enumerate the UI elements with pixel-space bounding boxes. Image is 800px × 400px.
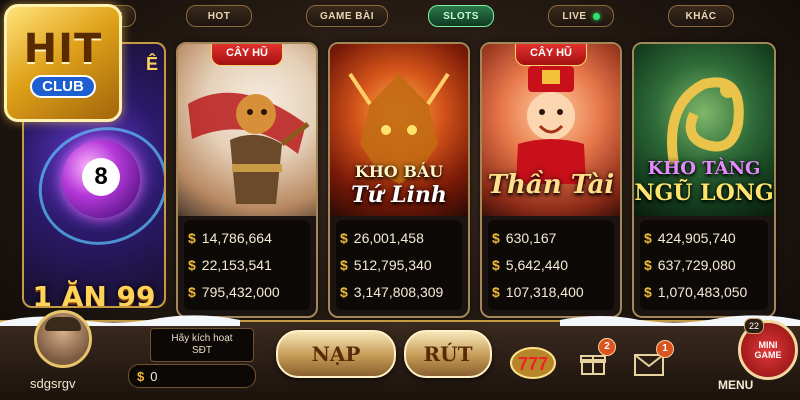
jackpot-row: $637,729,080 (644, 251, 764, 278)
coin-icon: $ (644, 229, 652, 246)
activate-line1: Hãy kích hoạt (171, 333, 233, 344)
coin-icon: $ (340, 229, 348, 246)
coin-icon: $ (644, 283, 652, 300)
bottom-bar (0, 320, 800, 400)
coin-icon: $ (340, 256, 348, 273)
tab-label: GAME BÀI (320, 10, 374, 22)
jackpot-value: 637,729,080 (657, 256, 736, 273)
tab-khac[interactable]: KHÁC (668, 5, 734, 27)
balance-value: 0 (150, 368, 158, 384)
jackpot-value: 22,153,541 (201, 256, 272, 273)
coin-icon: $ (644, 256, 652, 273)
jackpot-row: $14,786,664 (188, 224, 306, 251)
coin-icon: $ (492, 256, 500, 273)
jackpot-row: $107,318,400 (492, 278, 610, 305)
jackpot-row: $512,795,340 (340, 251, 458, 278)
jackpot-row: $1,070,483,050 (644, 278, 764, 305)
jackpot-value: 795,432,000 (201, 283, 280, 300)
jackpot-row: $26,001,458 (340, 224, 458, 251)
mail-icon[interactable] (634, 354, 664, 376)
mini-game-count-badge: 22 (744, 318, 764, 334)
user-avatar[interactable] (34, 310, 92, 368)
coin-icon: $ (492, 229, 500, 246)
username: sdgsrgv (30, 376, 76, 391)
jackpot-value: 5,642,440 (505, 256, 569, 273)
tab-live[interactable]: LIVE (548, 5, 614, 27)
jackpot-value: 424,905,740 (657, 229, 736, 246)
monkey-figure-icon (188, 92, 310, 204)
activate-line2: SĐT (192, 345, 212, 356)
jackpot-badge: CÂY HŨ (211, 44, 283, 66)
billiard-ball-icon: 8 (62, 140, 140, 218)
logo-club: CLUB (30, 74, 96, 98)
tab-hot[interactable]: HOT (186, 5, 252, 27)
mini-game-line2: GAME (754, 350, 782, 360)
svg-text:777: 777 (518, 354, 548, 374)
jackpot-row: $795,432,000 (188, 278, 306, 305)
jackpot-value: 630,167 (505, 229, 557, 246)
jackpot-list: $424,905,740 $637,729,080 $1,070,483,050 (640, 220, 768, 310)
game-card-monkey[interactable]: CÂY HŨ $14,786,664 $22,153,541 $795,432,… (176, 42, 318, 318)
jackpot-badge: CÂY HŨ (515, 44, 587, 66)
logo-word: HIT (23, 25, 103, 72)
game-title-line1: Thần Tài (487, 170, 615, 200)
jackpot-value: 26,001,458 (353, 229, 424, 246)
featured-edge-text: Ê (145, 54, 158, 74)
withdraw-button[interactable]: RÚT (404, 330, 492, 378)
coin-icon: $ (492, 283, 500, 300)
coin-icon: $ (340, 283, 348, 300)
game-title-line2: Tứ Linh (351, 182, 447, 208)
deposit-button[interactable]: NẠP (276, 330, 396, 378)
game-title-line1: KHO BÁU (354, 162, 444, 181)
tab-label: HOT (207, 10, 231, 22)
mail-notification-badge: 1 (656, 340, 674, 358)
jackpot-row: $22,153,541 (188, 251, 306, 278)
tab-game-bai[interactable]: GAME BÀI (306, 5, 388, 27)
menu-label[interactable]: MENU (718, 378, 753, 392)
game-title-line1: KHO TÀNG (647, 158, 761, 179)
featured-label: 1 ĂN 99 (32, 280, 156, 308)
monkey-warrior-art (178, 44, 316, 216)
jackpot-row: $630,167 (492, 224, 610, 251)
jackpot-list: $630,167 $5,642,440 $107,318,400 (488, 220, 614, 310)
hit-club-logo: HIT CLUB (4, 4, 122, 122)
live-dot-icon (592, 12, 600, 20)
gift-notification-badge: 2 (598, 338, 616, 356)
game-lobby: ES HOT GAME BÀI SLOTS LIVE KHÁC HIT CLUB… (0, 0, 800, 400)
balance-field: $ 0 (128, 364, 256, 388)
snow-decoration (0, 315, 800, 326)
mini-game-line1: MINI (758, 340, 778, 350)
jackpot-value: 512,795,340 (353, 256, 432, 273)
game-card-than-tai[interactable]: CÂY HŨ Thần Tài $630,167 $5,642,440 $107… (480, 42, 622, 318)
slot-777-icon[interactable]: 777 (510, 346, 556, 380)
jackpot-value: 14,786,664 (201, 229, 272, 246)
activate-phone-prompt[interactable]: Hãy kích hoạt SĐT (150, 328, 254, 362)
jackpot-row: $5,642,440 (492, 251, 610, 278)
game-card-kho-bau-tu-linh[interactable]: KHO BÁU Tứ Linh $26,001,458 $512,795,340… (328, 42, 470, 318)
jackpot-value: 1,070,483,050 (657, 283, 748, 300)
tab-slots[interactable]: SLOTS (428, 5, 494, 27)
jackpot-list: $14,786,664 $22,153,541 $795,432,000 (184, 220, 310, 310)
jackpot-row: $3,147,808,309 (340, 278, 458, 305)
game-card-kho-tang-ngu-long[interactable]: KHO TÀNG NGŨ LONG $424,905,740 $637,729,… (632, 42, 776, 318)
coin-icon: $ (188, 256, 196, 273)
tab-label: SLOTS (443, 10, 479, 22)
tab-label: LIVE (562, 10, 587, 22)
game-title-line2: NGŨ LONG (634, 180, 774, 206)
jackpot-list: $26,001,458 $512,795,340 $3,147,808,309 (336, 220, 462, 310)
coin-icon: $ (137, 368, 145, 384)
tab-label: KHÁC (685, 10, 717, 22)
coin-icon: $ (188, 229, 196, 246)
jackpot-value: 3,147,808,309 (353, 283, 444, 300)
jackpot-row: $424,905,740 (644, 224, 764, 251)
coin-icon: $ (188, 283, 196, 300)
jackpot-value: 107,318,400 (505, 283, 584, 300)
